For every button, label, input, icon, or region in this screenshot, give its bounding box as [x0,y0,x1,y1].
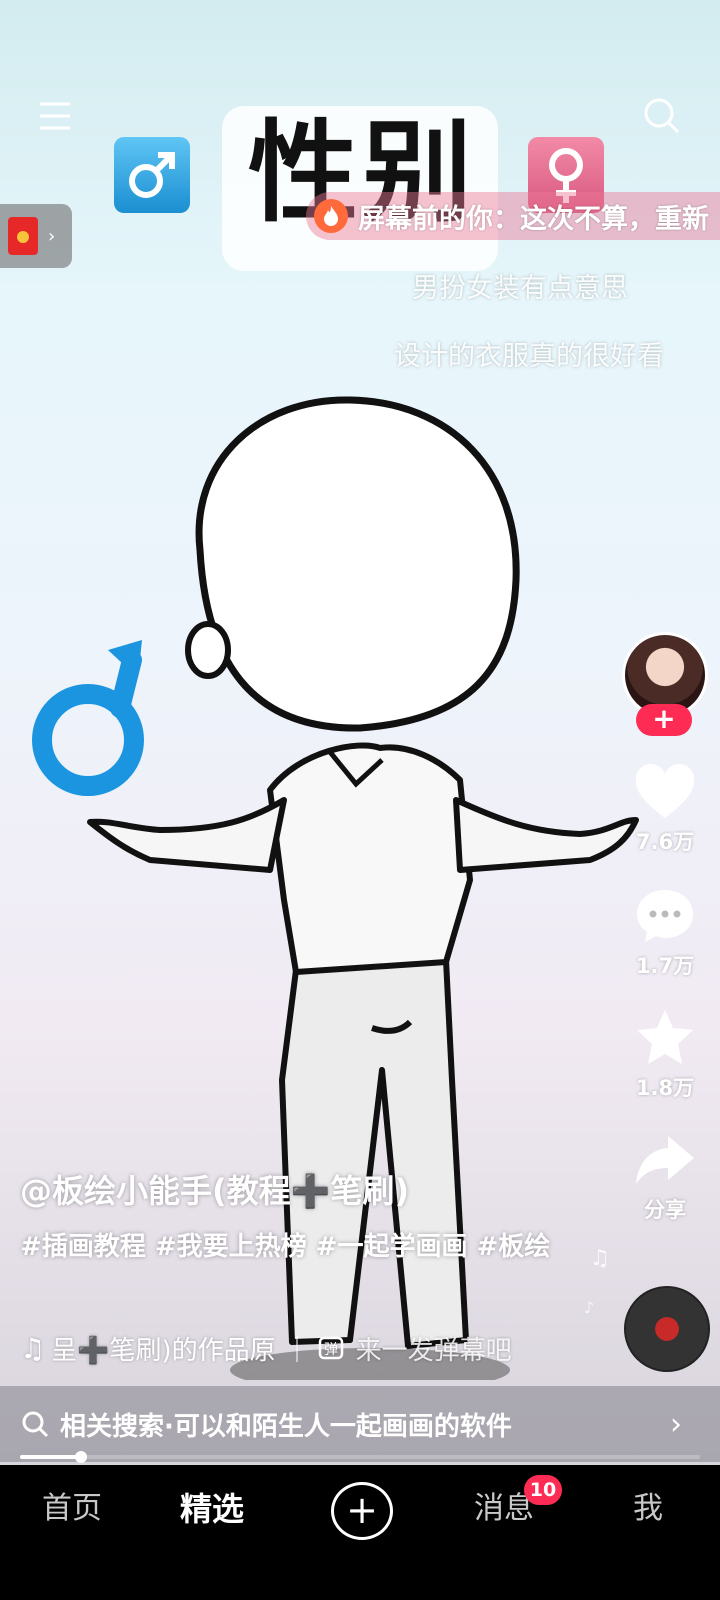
related-search-bar[interactable]: 相关搜索·可以和陌生人一起画画的软件 › [0,1386,720,1462]
svg-text:弹: 弹 [324,1342,338,1358]
system-nav-bar [0,1553,720,1600]
create-button[interactable]: + [331,1482,393,1540]
comment-icon [637,890,693,942]
fire-icon [314,199,348,233]
nav-me[interactable]: 我 [588,1465,708,1553]
like-count: 7.6万 [635,830,695,854]
comment-button[interactable]: 1.7万 [620,886,710,980]
share-arrow-icon [636,1136,694,1184]
menu-icon[interactable] [36,96,76,136]
music-note-icon: ♫ [590,1246,610,1271]
nav-home[interactable]: 首页 [12,1465,132,1553]
share-label: 分享 [644,1198,686,1222]
red-packet-widget[interactable]: › [0,204,72,268]
danmaku-comment: 男扮女装有点意思 [412,273,628,304]
danmaku-input[interactable]: 弹 来一发弹幕吧 [318,1330,512,1367]
music-line: ♫ 呈➕笔刷)的作品原 弹 来一发弹幕吧 [20,1330,512,1367]
danmaku-hot-comment: 屏幕前的你：这次不算，重新 [306,192,720,240]
male-symbol-icon [114,137,190,213]
danmaku-icon: 弹 [318,1336,343,1359]
messages-badge: 10 [524,1475,562,1505]
heart-icon [635,764,695,818]
divider [295,1335,298,1362]
progress-fill [20,1455,81,1459]
nav-featured[interactable]: 精选 [152,1465,272,1553]
author-name[interactable]: @板绘小能手(教程➕笔刷) [20,1166,409,1212]
favorite-count: 1.8万 [635,1076,695,1100]
danmaku-hot-text: 屏幕前的你：这次不算，重新 [358,203,709,235]
comment-count: 1.7万 [635,954,695,978]
chevron-right-icon: › [670,1406,682,1442]
share-button[interactable]: 分享 [620,1132,710,1224]
video-description[interactable]: #插画教程 #我要上热榜 #一起学画画 #板绘 [20,1224,560,1270]
music-title[interactable]: 呈➕笔刷)的作品原 [51,1330,276,1367]
search-icon [22,1411,49,1438]
progress-handle[interactable] [75,1451,87,1463]
progress-track[interactable] [20,1455,700,1459]
star-icon [637,1010,693,1064]
favorite-button[interactable]: 1.8万 [620,1008,710,1102]
danmaku-comment: 设计的衣服真的很好看 [394,341,664,372]
music-disc[interactable] [624,1286,710,1372]
red-packet-icon [8,217,38,255]
danmaku-placeholder: 来一发弹幕吧 [355,1336,512,1366]
music-note-icon: ♪ [584,1298,595,1317]
follow-button[interactable]: + [636,704,692,736]
chevron-right-icon: › [48,225,56,247]
bottom-nav: 首页 精选 + 消息 10 我 [0,1465,720,1553]
search-icon[interactable] [642,96,682,136]
music-note-icon: ♫ [20,1332,46,1365]
like-button[interactable]: 7.6万 [620,764,710,856]
related-search-text: 相关搜索·可以和陌生人一起画画的软件 [60,1411,512,1442]
